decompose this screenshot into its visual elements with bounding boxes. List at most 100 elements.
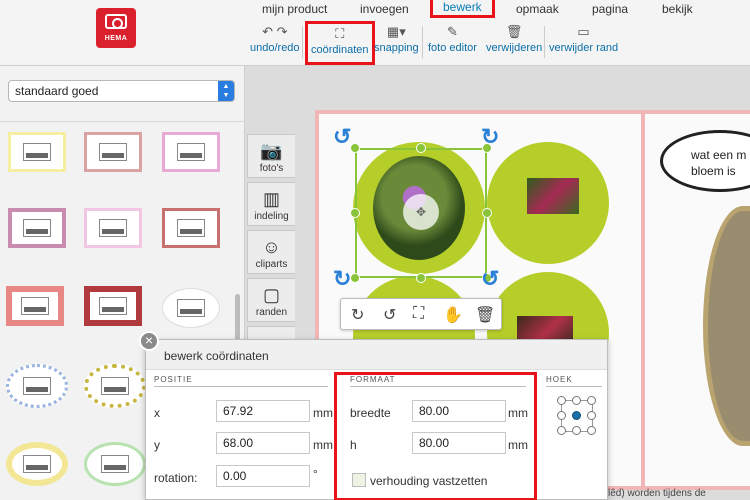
tab-mijn-product[interactable]: mijn product <box>262 2 327 16</box>
frame-thumbnail[interactable] <box>6 286 64 326</box>
image-placeholder-icon <box>177 219 205 237</box>
y-input[interactable] <box>216 432 310 454</box>
coordinaten-button[interactable]: ⛶ coördinaten <box>305 21 375 65</box>
rotation-input[interactable] <box>216 465 310 487</box>
image-placeholder-icon <box>101 377 129 395</box>
resize-handle[interactable] <box>416 143 426 153</box>
camera-icon: 📷 <box>260 141 283 161</box>
rotation-label: rotation: <box>154 471 198 485</box>
sidetab-label: foto's <box>259 163 284 174</box>
resize-handle[interactable] <box>482 208 492 218</box>
tab-pagina[interactable]: pagina <box>592 2 628 16</box>
edit-coordinates-dialog: bewerk coördinaten POSITIE x mm y mm rot… <box>145 339 608 500</box>
frame-thumbnail[interactable] <box>162 132 220 172</box>
frame-thumbnail[interactable] <box>84 208 142 248</box>
undo-redo-icon: ↶ ↷ <box>262 24 288 39</box>
breedte-input[interactable] <box>412 400 506 422</box>
toolbar-divider <box>544 26 545 58</box>
tab-opmaak[interactable]: opmaak <box>516 2 559 16</box>
move-handle-icon[interactable]: ✥ <box>403 194 439 230</box>
image-placeholder-icon <box>99 219 127 237</box>
frame-thumbnail[interactable] <box>162 208 220 248</box>
sidetab-indeling[interactable]: ▥ indeling <box>247 182 295 226</box>
frame-style-dropdown[interactable]: standaard goed ▲ ▼ <box>8 80 235 102</box>
image-placeholder-icon <box>23 219 51 237</box>
image-placeholder-icon <box>99 297 127 315</box>
rotate-handle-icon[interactable]: ↺ <box>333 124 351 150</box>
sidetab-fotos[interactable]: 📷 foto's <box>247 134 295 178</box>
frame-thumbnail[interactable] <box>8 208 66 248</box>
anchor-point[interactable] <box>587 426 596 435</box>
resize-handle[interactable] <box>350 208 360 218</box>
undo-redo-button[interactable]: ↶ ↷ undo/redo <box>250 24 300 54</box>
pan-hand-icon[interactable]: ✋ <box>443 305 463 325</box>
snapping-label: snapping <box>374 42 419 54</box>
anchor-point[interactable] <box>557 411 566 420</box>
speech-bubble-text: wat een m bloem is <box>691 148 747 178</box>
coordinaten-label: coördinaten <box>311 44 369 56</box>
image-placeholder-icon <box>23 143 51 161</box>
rotation-unit: ° <box>313 467 318 481</box>
hoek-heading: HOEK <box>546 375 602 387</box>
close-icon[interactable]: × <box>139 331 159 351</box>
undo-redo-label: undo/redo <box>250 42 300 54</box>
snapping-button[interactable]: ▦▾ snapping <box>374 24 419 54</box>
image-placeholder-icon <box>101 455 129 473</box>
rotate-right-icon[interactable]: ↻ <box>351 305 364 325</box>
trash-icon[interactable]: 🗑 <box>475 305 495 325</box>
sidetab-randen[interactable]: ▢ randen <box>247 278 295 322</box>
tab-bekijk[interactable]: bekijk <box>662 2 693 16</box>
anchor-grid[interactable] <box>557 396 597 436</box>
h-input[interactable] <box>412 432 506 454</box>
sidetab-label: randen <box>255 307 288 318</box>
toolbar-divider <box>422 26 423 58</box>
frame-icon: ▢ <box>262 285 280 305</box>
frame-thumbnail[interactable] <box>6 364 68 408</box>
anchor-point[interactable] <box>557 426 566 435</box>
rotate-handle-icon[interactable]: ↺ <box>481 266 499 292</box>
tab-invoegen[interactable]: invoegen <box>360 2 409 16</box>
frame-thumbnail[interactable] <box>84 442 146 486</box>
breedte-label: breedte <box>350 406 391 420</box>
frame-thumbnail[interactable] <box>84 286 142 326</box>
hema-logo[interactable]: HEMA <box>96 8 136 48</box>
frame-style-value: standaard goed <box>15 84 99 98</box>
verwijderen-button[interactable]: 🗑 verwijderen <box>486 24 542 54</box>
context-toolbar: ↻ ↺ ⛶ ✋ 🗑 <box>340 298 502 330</box>
rotate-handle-icon[interactable]: ↻ <box>481 124 499 150</box>
crop-icon[interactable]: ⛶ <box>413 305 424 323</box>
anchor-point[interactable] <box>572 396 581 405</box>
x-input[interactable] <box>216 400 310 422</box>
verwijder-rand-label: verwijder rand <box>549 42 619 54</box>
resize-handle[interactable] <box>350 143 360 153</box>
image-placeholder-icon <box>21 297 49 315</box>
rotate-left-icon[interactable]: ↺ <box>383 305 396 325</box>
frame-remove-icon: ▭ <box>577 24 590 39</box>
lock-ratio-checkbox[interactable] <box>352 473 366 487</box>
anchor-point[interactable] <box>587 411 596 420</box>
frame-thumbnail[interactable] <box>6 442 68 486</box>
resize-handle[interactable] <box>350 273 360 283</box>
x-unit: mm <box>313 406 333 420</box>
brush-icon: ✎ <box>447 24 458 39</box>
anchor-point[interactable] <box>572 426 581 435</box>
sidetab-cliparts[interactable]: ☺ cliparts <box>247 230 295 274</box>
grid-icon: ▦▾ <box>386 24 406 39</box>
frame-thumbnail[interactable] <box>84 364 146 408</box>
frame-thumbnail[interactable] <box>84 132 142 172</box>
image-placeholder-icon <box>177 143 205 161</box>
resize-handle[interactable] <box>416 273 426 283</box>
anchor-point[interactable] <box>557 396 566 405</box>
layout-icon: ▥ <box>262 189 280 209</box>
verwijder-rand-button[interactable]: ▭ verwijder rand <box>549 24 618 54</box>
anchor-point[interactable] <box>587 396 596 405</box>
positie-heading: POSITIE <box>154 375 328 387</box>
rotate-handle-icon[interactable]: ↻ <box>333 266 351 292</box>
frame-thumbnail[interactable] <box>8 132 66 172</box>
frame-thumbnail[interactable] <box>162 288 220 328</box>
tab-bewerk[interactable]: bewerk <box>430 0 495 18</box>
image-placeholder-icon <box>99 143 127 161</box>
flower-photo-small[interactable] <box>527 178 579 214</box>
anchor-point-selected[interactable] <box>572 411 581 420</box>
foto-editor-button[interactable]: ✎ foto editor <box>428 24 477 54</box>
